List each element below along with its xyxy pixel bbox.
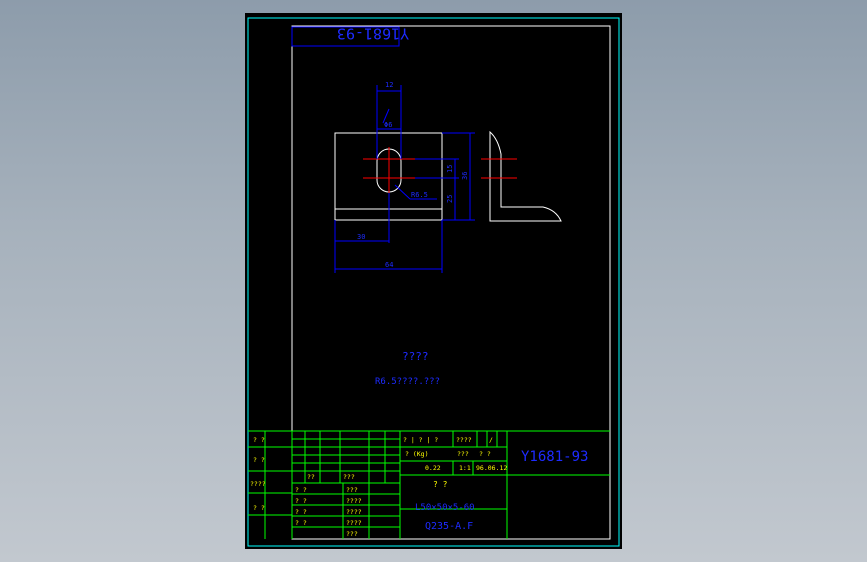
dim-slot-width: Φ6 [384,121,392,129]
tb-spec: L50×50×5-60 [415,503,475,513]
tb-header-2: ???? [456,436,472,444]
dim-height-25: 25 [446,195,454,203]
tb-mid-1: ??? [346,486,358,494]
tb-scale: 0.22 [425,464,441,472]
cad-viewport[interactable]: Y1681-93 12 Φ6 36 25 15 R6.5 30 64 ???? … [245,13,622,549]
tb-left-2: ? ? [253,456,265,464]
tb-weight-label: ? (Kg) [405,450,428,458]
tb-left-1: ? ? [253,436,265,444]
dim-height-15: 15 [446,165,454,173]
dim-radius: R6.5 [411,191,428,199]
dim-height-36: 36 [461,172,469,180]
tb-row-2: ? ? [295,497,307,505]
tb-qty-label: ? ? [479,450,491,458]
tb-header-3: / [489,436,493,444]
tb-row-1: ? ? [295,486,307,494]
dim-left-30: 30 [357,233,365,241]
tb-header-1: ? | ? | ? [403,436,438,444]
tb-small-1: ?? [307,473,315,481]
tb-weight-value: ??? [457,450,469,458]
tb-number: 1:1 [459,464,471,472]
note-body: R6.5????.??? [375,377,440,387]
tb-row-4: ? ? [295,519,307,527]
drawing-sheet: Y1681-93 12 Φ6 36 25 15 R6.5 30 64 ???? … [247,17,620,547]
dim-total-64: 64 [385,261,393,269]
tb-left-3: ???? [250,480,266,488]
tb-mid-4: ???? [346,519,362,527]
tb-mid-2: ???? [346,497,362,505]
tb-left-4: ? ? [253,504,265,512]
title-code: Y1681-93 [521,449,588,465]
tb-mid-3: ???? [346,508,362,516]
side-view [481,130,562,222]
note-title: ???? [402,350,429,363]
angle-outline [489,130,562,222]
tb-part-name: ? ? [433,480,448,489]
dim-top-width: 12 [385,81,393,89]
tb-mid-5: ??? [346,530,358,538]
tb-small-2: ??? [343,473,355,481]
dimensions [334,85,475,273]
tb-row-3: ? ? [295,508,307,516]
tb-date: 96.06.12 [476,464,507,472]
code-box-text: Y1681-93 [337,25,409,43]
tb-material: Q235-A.F [425,521,473,532]
